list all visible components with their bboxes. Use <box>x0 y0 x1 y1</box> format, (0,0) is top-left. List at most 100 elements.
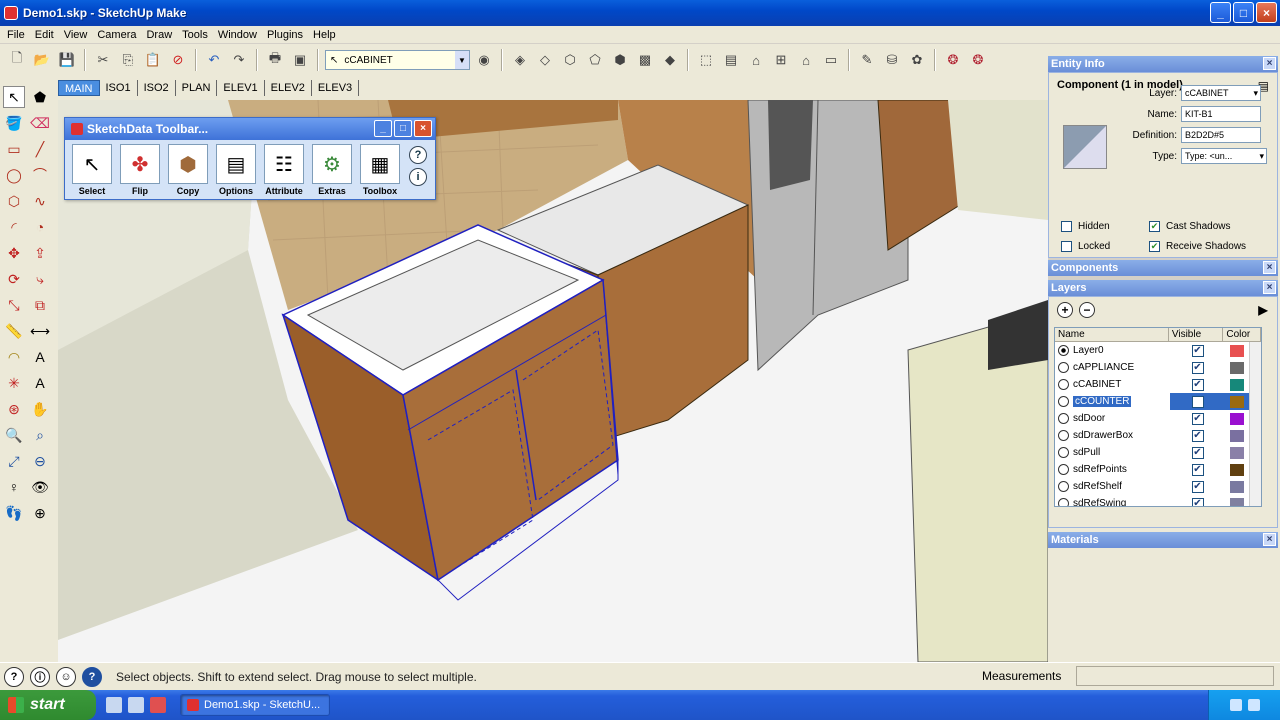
sd-attribute-button[interactable]: ☷ Attribute <box>263 144 305 196</box>
3d-text-icon[interactable]: A <box>29 372 51 394</box>
scene-tab-elev1[interactable]: ELEV1 <box>217 80 265 96</box>
credits-icon[interactable]: ⓘ <box>30 666 50 687</box>
col-name-header[interactable]: Name <box>1055 328 1169 341</box>
back-view-icon[interactable]: ⌂ <box>795 49 817 71</box>
layer-visible-checkbox[interactable]: ✔ <box>1191 429 1204 442</box>
dimension-icon[interactable]: ⟷ <box>29 320 51 342</box>
undo-icon[interactable]: ↶ <box>203 49 225 71</box>
cast-shadows-checkbox[interactable]: ✔ Cast Shadows <box>1149 221 1230 232</box>
browser-icon[interactable] <box>128 697 144 713</box>
circle-icon[interactable]: ◯ <box>3 164 25 186</box>
scene-tab-main[interactable]: MAIN <box>58 80 100 96</box>
layer-dropdown[interactable]: ↖ cCABINET ▼ <box>325 50 470 70</box>
extension2-icon[interactable]: ❂ <box>967 49 989 71</box>
scene-tab-elev2[interactable]: ELEV2 <box>265 80 312 96</box>
layer-visible-checkbox[interactable]: ✔ <box>1191 361 1204 374</box>
layer-row[interactable]: cAPPLIANCE ✔ <box>1055 359 1261 376</box>
tray-volume-icon[interactable] <box>1247 699 1260 711</box>
sd-extras-button[interactable]: ⚙ Extras <box>311 144 353 196</box>
extension-icon[interactable]: ❂ <box>942 49 964 71</box>
sd-options-button[interactable]: ▤ Options <box>215 144 257 196</box>
arc-icon[interactable]: ⌒ <box>29 164 51 186</box>
redo-icon[interactable]: ↷ <box>228 49 250 71</box>
sd-copy-button[interactable]: ⬢ Copy <box>167 144 209 196</box>
sandbox-icon[interactable]: ✎ <box>856 49 878 71</box>
left-view-icon[interactable]: ▭ <box>820 49 842 71</box>
arc2-icon[interactable]: ◜ <box>3 216 25 238</box>
section-plane-icon[interactable]: ⊕ <box>29 502 51 524</box>
hidden-checkbox[interactable]: Hidden <box>1061 221 1110 232</box>
iso-view-icon[interactable]: ⬚ <box>695 49 717 71</box>
share-model-icon[interactable]: ✿ <box>906 49 928 71</box>
scene-tab-plan[interactable]: PLAN <box>176 80 218 96</box>
col-visible-header[interactable]: Visible <box>1169 328 1224 341</box>
layer-name-cell[interactable]: cCOUNTER <box>1055 396 1170 407</box>
locked-checkbox[interactable]: Locked <box>1061 241 1110 252</box>
layer-name-cell[interactable]: cCABINET <box>1055 379 1170 390</box>
layer-name-cell[interactable]: sdRefShelf <box>1055 481 1170 492</box>
geo-location-icon[interactable]: ? <box>4 666 24 687</box>
help-icon[interactable]: ? <box>409 146 427 164</box>
delete-layer-icon[interactable]: − <box>1079 302 1095 318</box>
sd-select-button[interactable]: ↖ Select <box>71 144 113 196</box>
paste-icon[interactable]: 📋 <box>142 49 164 71</box>
close-icon[interactable]: × <box>1263 261 1276 274</box>
receive-shadows-checkbox[interactable]: ✔ Receive Shadows <box>1149 241 1246 252</box>
layer-color-swatch[interactable] <box>1230 412 1244 425</box>
layer-row[interactable]: sdPull ✔ <box>1055 444 1261 461</box>
layer-name-cell[interactable]: sdRefPoints <box>1055 464 1170 475</box>
freehand-icon[interactable]: ∿ <box>29 190 51 212</box>
active-layer-radio[interactable] <box>1058 447 1069 458</box>
layer-row[interactable]: sdRefSwing ✔ <box>1055 495 1261 506</box>
new-file-icon[interactable]: 🗋 <box>6 49 28 71</box>
right-view-icon[interactable]: ⊞ <box>770 49 792 71</box>
scale-icon[interactable]: ⤡ <box>3 294 25 316</box>
measurements-input[interactable] <box>1076 666 1274 686</box>
sketchdata-toolbar-caption[interactable]: SketchData Toolbar... _ □ × <box>65 118 435 140</box>
menu-help[interactable]: Help <box>308 29 341 41</box>
show-desktop-icon[interactable] <box>106 697 122 713</box>
layer-details-icon[interactable]: ▶ <box>1255 302 1271 318</box>
print-icon[interactable]: 🖶 <box>264 49 286 71</box>
layer-color-swatch[interactable] <box>1230 463 1244 476</box>
layer-name-cell[interactable]: sdDoor <box>1055 413 1170 424</box>
scene-tab-iso1[interactable]: ISO1 <box>100 80 138 96</box>
save-icon[interactable]: 💾 <box>56 49 78 71</box>
zoom-extents-icon[interactable]: ⤢ <box>3 450 25 472</box>
entity-info-header[interactable]: Entity Info × <box>1048 56 1278 72</box>
materials-header[interactable]: Materials × <box>1048 532 1278 548</box>
layer-row[interactable]: sdDrawerBox ✔ <box>1055 427 1261 444</box>
layer-color-swatch[interactable] <box>1230 378 1244 391</box>
active-layer-radio[interactable] <box>1058 379 1069 390</box>
instructor-help-icon[interactable]: ? <box>82 666 102 687</box>
layer-color-swatch[interactable] <box>1230 497 1244 506</box>
move-icon[interactable]: ✥ <box>3 242 25 264</box>
rectangle-icon[interactable]: ▭ <box>3 138 25 160</box>
look-around-icon[interactable]: 👁 <box>29 476 51 498</box>
scene-tab-iso2[interactable]: ISO2 <box>138 80 176 96</box>
textured-icon[interactable]: ▩ <box>634 49 656 71</box>
taskbar-sketchup-button[interactable]: Demo1.skp - SketchU... <box>180 694 330 716</box>
sketchdata-toolbar-window[interactable]: SketchData Toolbar... _ □ × ↖ Select ✤ Fli… <box>64 117 436 200</box>
active-layer-radio[interactable] <box>1058 481 1069 492</box>
position-camera-icon[interactable]: ♀ <box>3 476 25 498</box>
orbit-icon[interactable]: ⊛ <box>3 398 25 420</box>
layer-row[interactable]: sdRefShelf ✔ <box>1055 478 1261 495</box>
entity-type-select[interactable]: Type: <un... <box>1181 148 1267 164</box>
select-tool-icon[interactable]: ↖ <box>3 86 25 108</box>
user-account-icon[interactable]: ☺ <box>56 666 76 687</box>
walk-icon[interactable]: 👣 <box>3 502 25 524</box>
layer-row[interactable]: sdDoor ✔ <box>1055 410 1261 427</box>
zoom-window-icon[interactable]: ⌕ <box>29 424 51 446</box>
layer-row[interactable]: cCABINET ✔ <box>1055 376 1261 393</box>
menu-window[interactable]: Window <box>213 29 262 41</box>
follow-me-icon[interactable]: ⤷ <box>29 268 51 290</box>
push-pull-icon[interactable]: ⇪ <box>29 242 51 264</box>
col-color-header[interactable]: Color <box>1223 328 1261 341</box>
layer-visible-checkbox[interactable]: ✔ <box>1191 497 1204 506</box>
warehouse-icon[interactable]: ⛁ <box>881 49 903 71</box>
layer-name-cell[interactable]: Layer0 <box>1055 345 1170 356</box>
layer-color-swatch[interactable] <box>1230 344 1244 357</box>
sd-flip-button[interactable]: ✤ Flip <box>119 144 161 196</box>
layer-visible-checkbox[interactable]: ✔ <box>1191 480 1204 493</box>
